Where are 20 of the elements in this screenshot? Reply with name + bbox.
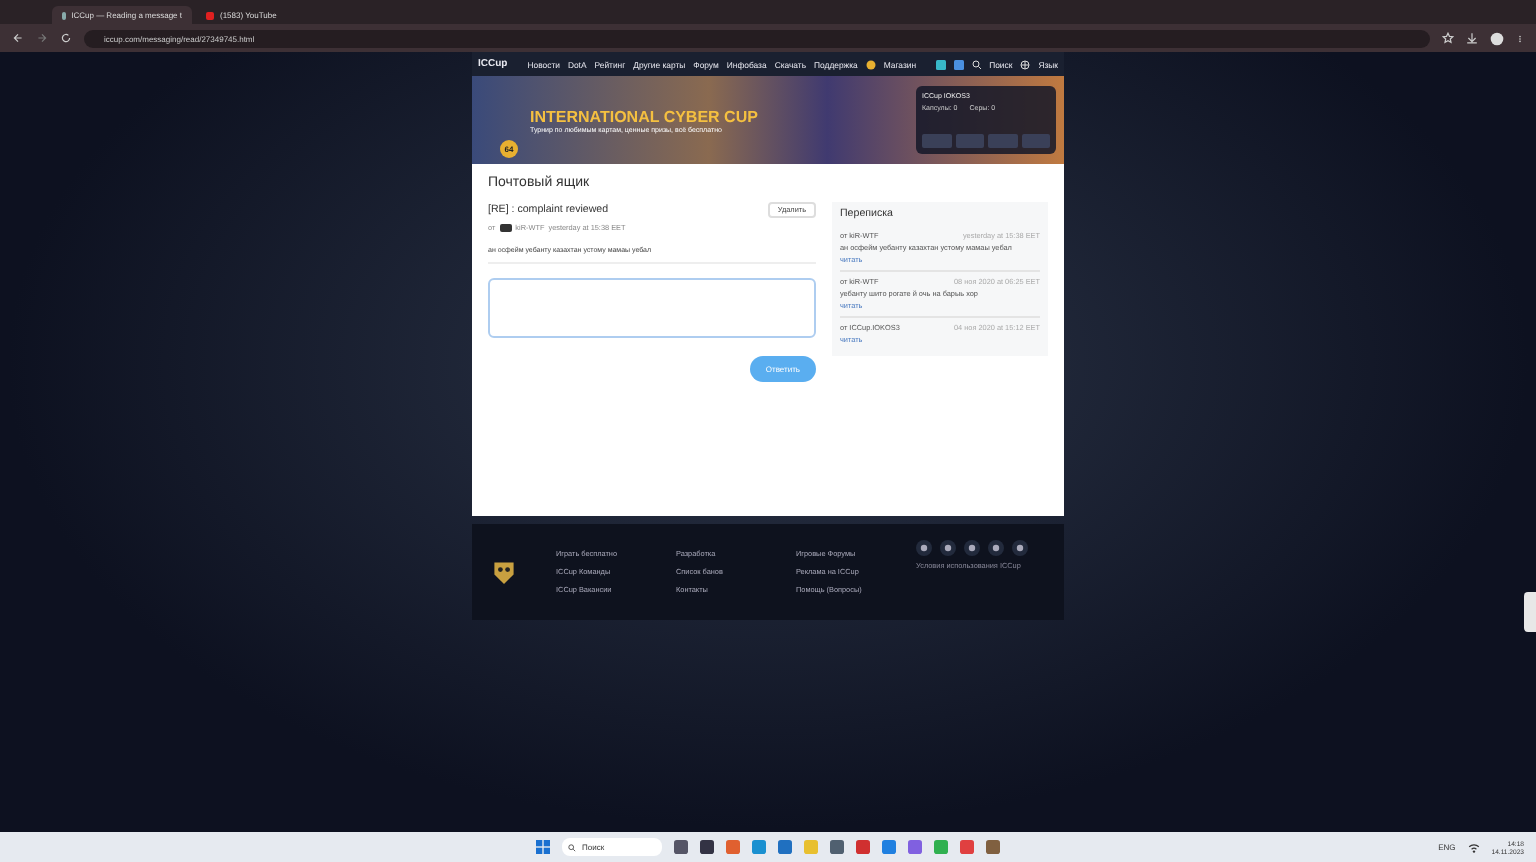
reply-field[interactable] — [488, 278, 816, 338]
globe-icon[interactable] — [1020, 59, 1031, 69]
mask-logo-icon — [492, 556, 516, 588]
search-icon[interactable] — [971, 59, 982, 69]
tab-favicon-icon — [206, 11, 214, 19]
coin-icon — [865, 59, 876, 69]
clan-tag-icon — [499, 224, 512, 232]
search-icon — [568, 843, 576, 851]
avatar-icon[interactable] — [1490, 31, 1504, 45]
wifi-icon[interactable] — [1467, 841, 1480, 853]
forward-arrow-icon[interactable] — [36, 32, 48, 44]
banner-title: INTERNATIONAL CYBER CUP — [530, 107, 758, 125]
reload-icon[interactable] — [60, 32, 72, 44]
download-icon[interactable] — [1466, 32, 1478, 44]
windows-start-icon[interactable] — [536, 840, 550, 854]
side-widget[interactable] — [1524, 592, 1536, 632]
back-arrow-icon[interactable] — [12, 32, 24, 44]
star-icon[interactable] — [1442, 32, 1454, 44]
profile-button[interactable] — [1021, 134, 1050, 148]
profile-button[interactable] — [955, 134, 984, 148]
